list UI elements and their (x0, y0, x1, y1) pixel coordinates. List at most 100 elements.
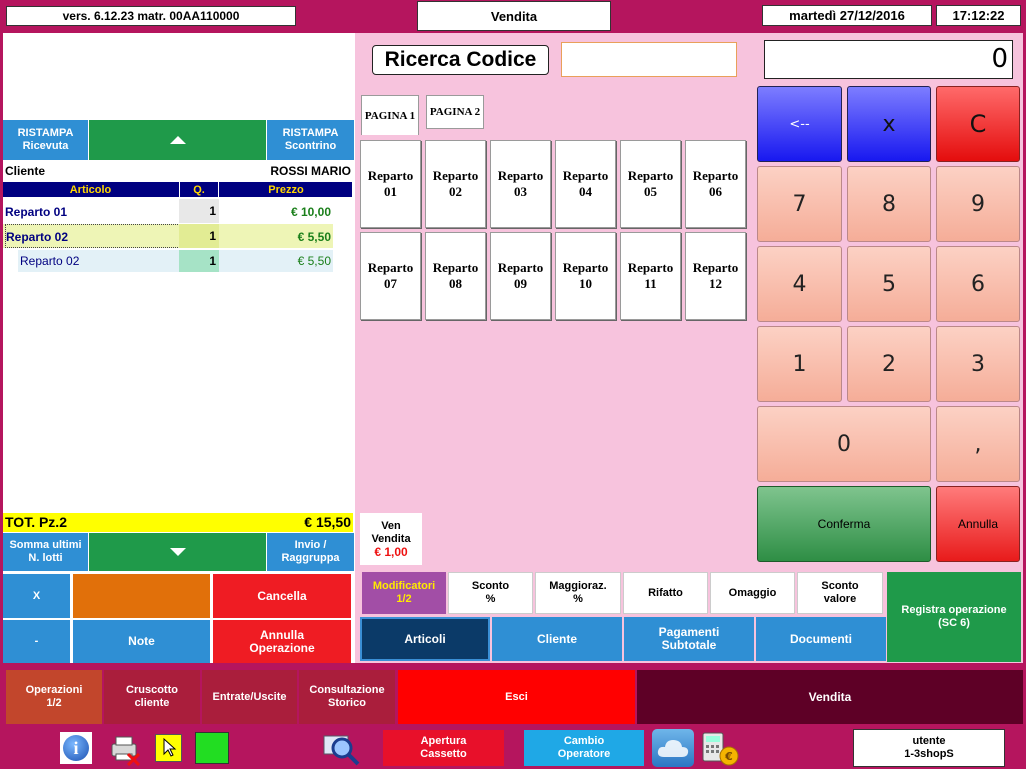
tab-page-2[interactable]: PAGINA 2 (426, 95, 484, 129)
change-operator-button[interactable]: Cambio Operatore (524, 730, 644, 766)
nav-payments-line2: Subtotale (661, 638, 717, 652)
info-icon[interactable]: i (60, 732, 92, 764)
row-price: € 10,00 (290, 205, 331, 219)
department-button-07[interactable]: Reparto 07 (360, 232, 421, 320)
department-label: Reparto (367, 168, 414, 183)
open-drawer-line1: Apertura (420, 735, 467, 747)
department-button-10[interactable]: Reparto 10 (555, 232, 616, 320)
key-7[interactable]: 7 (757, 166, 842, 242)
client-dashboard-button[interactable]: Cruscotto cliente (104, 670, 200, 724)
key-comma[interactable]: , (936, 406, 1020, 482)
x-button[interactable]: X (3, 574, 70, 618)
scroll-down-button[interactable] (89, 533, 266, 571)
exit-button[interactable]: Esci (398, 670, 635, 724)
sale-card[interactable]: Ven Vendita € 1,00 (360, 513, 422, 565)
row-qty: 1 (179, 224, 219, 248)
nav-articles[interactable]: Articoli (360, 617, 490, 661)
key-1[interactable]: 1 (757, 326, 842, 402)
sum-lots-button[interactable]: Somma ultimi N. lotti (3, 533, 88, 571)
nav-documents[interactable]: Documenti (756, 617, 886, 661)
key-4[interactable]: 4 (757, 246, 842, 322)
department-button-06[interactable]: Reparto 06 (685, 140, 746, 228)
discount-value-line2: valore (823, 593, 857, 605)
in-out-button[interactable]: Entrate/Uscite (202, 670, 297, 724)
user-label: utente (912, 735, 946, 747)
department-label: Reparto (627, 260, 674, 275)
department-button-04[interactable]: Reparto 04 (555, 140, 616, 228)
client-name[interactable]: ROSSI MARIO (270, 164, 351, 178)
department-label: Reparto (497, 168, 544, 183)
department-button-03[interactable]: Reparto 03 (490, 140, 551, 228)
cancel-button[interactable]: Cancella (213, 574, 351, 618)
notes-button[interactable]: Note (73, 620, 210, 663)
cloud-icon[interactable] (652, 729, 694, 767)
multiply-key[interactable]: x (847, 86, 931, 162)
total-value: € 15,50 (304, 514, 351, 530)
cancel-operation-button[interactable]: Annulla Operazione (213, 620, 351, 663)
orange-button[interactable] (73, 574, 210, 618)
confirm-button[interactable]: Conferma (757, 486, 931, 562)
calculator-coin-icon[interactable]: € (700, 729, 740, 767)
nav-client[interactable]: Cliente (492, 617, 622, 661)
sale-card-line1: Ven (381, 519, 401, 532)
register-operation-line2: (SC 6) (938, 617, 970, 629)
department-label: Reparto (692, 260, 739, 275)
department-button-05[interactable]: Reparto 05 (620, 140, 681, 228)
department-button-08[interactable]: Reparto 08 (425, 232, 486, 320)
printer-off-icon[interactable] (108, 732, 142, 766)
redo-button[interactable]: Rifatto (623, 572, 708, 614)
clear-key[interactable]: C (936, 86, 1020, 162)
minus-button[interactable]: - (3, 620, 70, 663)
status-green-icon[interactable] (195, 732, 229, 764)
modifiers-button[interactable]: Modificatori 1/2 (362, 572, 446, 614)
history-button[interactable]: Consultazione Storico (299, 670, 395, 724)
operations-button[interactable]: Operazioni 1/2 (6, 670, 102, 724)
key-5[interactable]: 5 (847, 246, 931, 322)
key-0[interactable]: 0 (757, 406, 931, 482)
department-button-02[interactable]: Reparto 02 (425, 140, 486, 228)
scroll-up-button[interactable] (89, 120, 266, 160)
table-row[interactable]: Reparto 02 1 € 5,50 (3, 224, 333, 248)
department-label: Reparto (562, 168, 609, 183)
nav-payments[interactable]: Pagamenti Subtotale (624, 617, 754, 661)
total-label: TOT. Pz.2 (5, 514, 67, 530)
sale-button[interactable]: Vendita (637, 670, 1023, 724)
surcharge-percent-button[interactable]: Maggioraz. % (535, 572, 621, 614)
reprint-ticket-line2: Scontrino (284, 140, 337, 152)
sum-lots-line1: Somma ultimi (9, 539, 82, 551)
search-input[interactable] (561, 42, 737, 77)
user-name: 1-3shopS (904, 748, 954, 760)
key-9[interactable]: 9 (936, 166, 1020, 242)
department-number: 02 (449, 184, 462, 199)
table-row[interactable]: Reparto 02 1 € 5,50 (18, 250, 333, 272)
key-8[interactable]: 8 (847, 166, 931, 242)
send-group-button[interactable]: Invio / Raggruppa (267, 533, 354, 571)
key-2[interactable]: 2 (847, 326, 931, 402)
discount-value-button[interactable]: Sconto valore (797, 572, 883, 614)
department-button-09[interactable]: Reparto 09 (490, 232, 551, 320)
open-drawer-button[interactable]: Apertura Cassetto (383, 730, 504, 766)
key-3[interactable]: 3 (936, 326, 1020, 402)
key-6[interactable]: 6 (936, 246, 1020, 322)
register-operation-button[interactable]: Registra operazione (SC 6) (887, 572, 1021, 662)
surcharge-percent-line1: Maggioraz. (549, 580, 607, 592)
department-button-11[interactable]: Reparto 11 (620, 232, 681, 320)
tab-page-1[interactable]: PAGINA 1 (361, 95, 419, 135)
discount-percent-button[interactable]: Sconto % (448, 572, 533, 614)
search-magnifier-icon[interactable] (322, 732, 362, 768)
department-button-12[interactable]: Reparto 12 (685, 232, 746, 320)
row-qty: 1 (179, 250, 219, 272)
open-drawer-line2: Cassetto (420, 748, 467, 760)
cursor-icon[interactable] (155, 734, 182, 762)
reprint-receipt-button[interactable]: RISTAMPA Ricevuta (3, 120, 88, 160)
modifiers-line1: Modificatori (372, 580, 436, 592)
sale-card-line2: Vendita (371, 532, 411, 545)
gift-button[interactable]: Omaggio (710, 572, 795, 614)
backspace-key[interactable]: <-- (757, 86, 842, 162)
reprint-ticket-button[interactable]: RISTAMPA Scontrino (267, 120, 354, 160)
table-row[interactable]: Reparto 01 1 € 10,00 (3, 199, 333, 223)
reprint-ticket-line1: RISTAMPA (282, 127, 339, 139)
keypad-cancel-button[interactable]: Annulla (936, 486, 1020, 562)
info-symbol: i (63, 735, 89, 761)
department-button-01[interactable]: Reparto 01 (360, 140, 421, 228)
